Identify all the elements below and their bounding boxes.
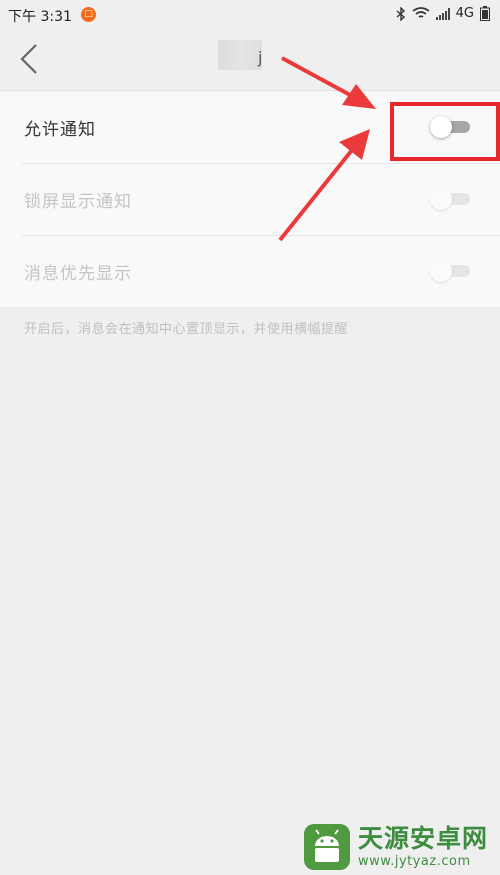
network-type: 4G — [455, 6, 474, 21]
setting-lockscreen-notifications: 锁屏显示通知 — [0, 163, 500, 235]
watermark: 天源安卓网 www.jytyaz.com — [302, 822, 488, 872]
signal-icon — [435, 7, 450, 20]
wifi-icon — [412, 7, 430, 18]
toggle-thumb — [430, 260, 452, 282]
annotation-highlight-box — [390, 102, 500, 161]
watermark-text: 天源安卓网 www.jytyaz.com — [358, 826, 488, 868]
setting-label: 消息优先显示 — [24, 264, 132, 284]
page-title-redacted — [218, 40, 262, 70]
priority-display-toggle — [430, 260, 470, 282]
page-title-fragment: j — [258, 48, 263, 67]
status-icons: 4G — [396, 6, 490, 21]
toggle-thumb — [430, 188, 452, 210]
setting-label: 允许通知 — [24, 120, 96, 140]
android-logo-icon — [304, 824, 350, 870]
bluetooth-icon — [396, 6, 405, 21]
watermark-name: 天源安卓网 — [358, 824, 489, 853]
setting-label: 锁屏显示通知 — [24, 192, 132, 212]
status-time: 下午 3:31 — [8, 9, 72, 25]
setting-priority-display: 消息优先显示 — [0, 235, 500, 307]
battery-icon — [480, 6, 490, 21]
setting-hint-text: 开启后，消息会在通知中心置顶显示，并使用横幅提醒 — [24, 322, 349, 337]
lockscreen-notifications-toggle — [430, 188, 470, 210]
watermark-url: www.jytyaz.com — [358, 854, 471, 869]
status-bar: 下午 3:31 □ 4G — [0, 0, 500, 28]
back-arrow-icon[interactable] — [12, 41, 48, 77]
notification-app-icon: □ — [81, 7, 96, 22]
